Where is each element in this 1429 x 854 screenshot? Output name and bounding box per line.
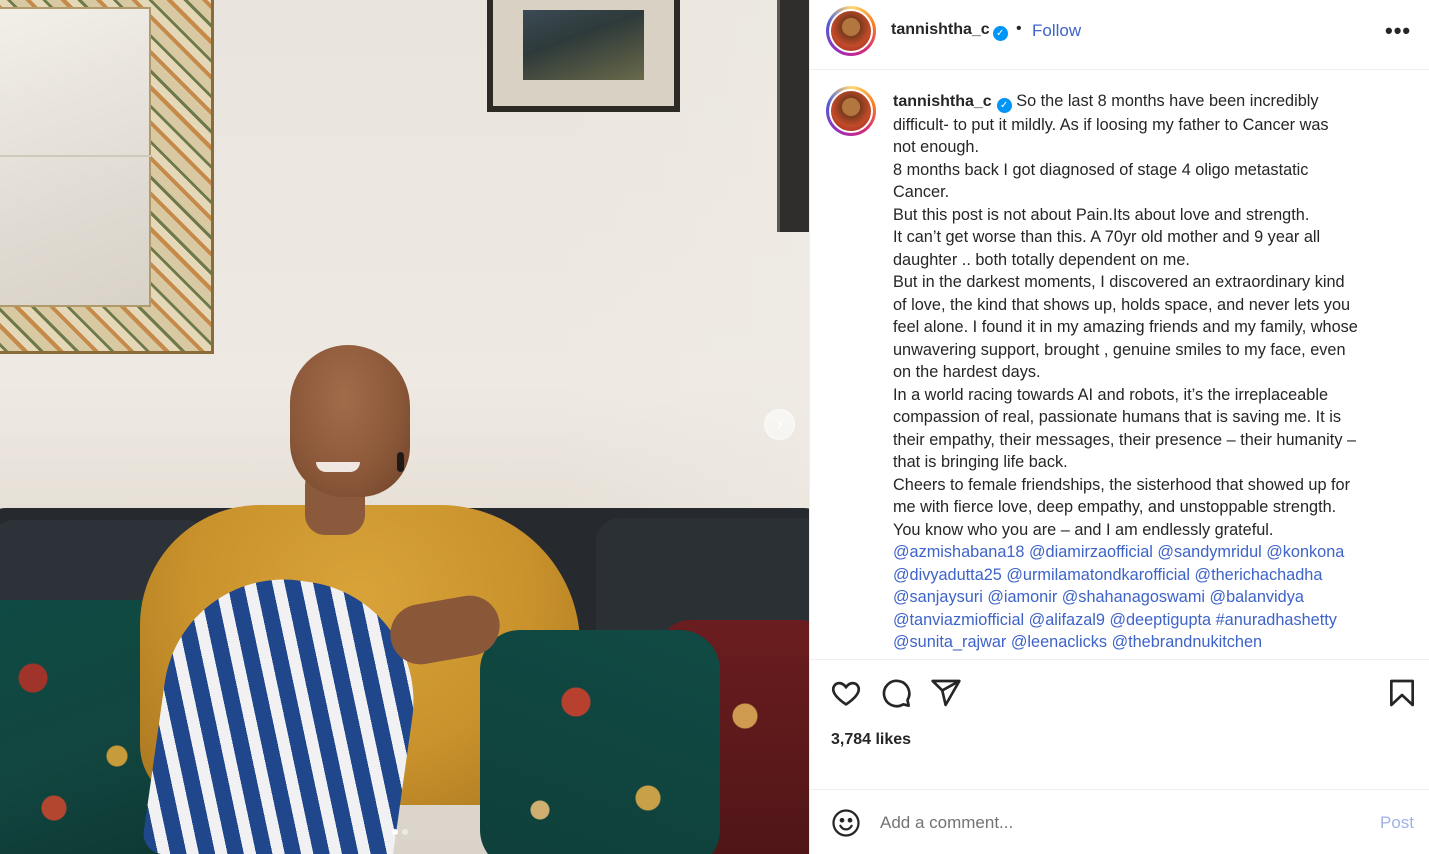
carousel-dot-active: [392, 829, 398, 835]
share-icon[interactable]: [930, 677, 962, 709]
verified-icon: ✓: [996, 98, 1012, 113]
avatar[interactable]: [826, 6, 876, 56]
mirror-frame: [0, 0, 214, 354]
person-smile: [316, 462, 360, 472]
post-side-panel: tannishtha_c ✓ • Follow ••• tannishtha_c ✓…: [809, 0, 1429, 854]
wall-frame-edge: [777, 0, 809, 232]
caption-line: But this post is not about Pain.Its abou…: [893, 205, 1310, 224]
wall-painting: [487, 0, 680, 112]
mirror-glass: [0, 7, 151, 307]
heart-icon[interactable]: [830, 677, 862, 709]
person-head: [290, 345, 410, 497]
embroidered-pillow: [480, 630, 720, 854]
caption-line: 8 months back I got diagnosed of stage 4…: [893, 160, 1309, 179]
mention-links[interactable]: @divyadutta25 @urmilamatondkarofficial @…: [893, 564, 1403, 587]
likes-count[interactable]: 3,784 likes: [831, 731, 911, 749]
caption-line: Cancer.: [893, 183, 950, 201]
caption-line: me with fierce love, deep empathy, and u…: [893, 498, 1337, 516]
caption-line: In a world racing towards AI and robots,…: [893, 385, 1329, 404]
caption-section: tannishtha_c ✓ So the last 8 months have …: [810, 70, 1429, 660]
caption-line: Cheers to female friendships, the sister…: [893, 475, 1351, 494]
comment-bar: Post: [810, 791, 1429, 854]
post-photo[interactable]: ›: [0, 0, 809, 854]
caption-line: feel alone. I found it in my amazing fri…: [893, 318, 1358, 336]
caption-text: tannishtha_c ✓ So the last 8 months have …: [893, 90, 1403, 654]
caption-line: that is bringing life back.: [893, 453, 1068, 471]
caption-line: unwavering support, brought , genuine sm…: [893, 340, 1346, 359]
post-comment-button[interactable]: Post: [1380, 813, 1414, 833]
mention-links[interactable]: @azmishabana18 @diamirzaofficial @sandym…: [893, 541, 1403, 564]
emoji-icon[interactable]: [831, 808, 861, 838]
carousel-dots: [392, 829, 408, 837]
carousel-next-button[interactable]: ›: [764, 409, 795, 440]
comment-input[interactable]: [880, 809, 1360, 837]
caption-line: But in the darkest moments, I discovered…: [893, 273, 1345, 291]
earring: [397, 452, 404, 472]
caption-avatar[interactable]: [826, 86, 876, 136]
caption-line: difficult- to put it mildly. As if loosi…: [893, 115, 1329, 134]
caption-username[interactable]: tannishtha_c: [893, 93, 992, 110]
caption-line: It can’t get worse than this. A 70yr old…: [893, 228, 1321, 246]
more-options-icon[interactable]: •••: [1385, 18, 1411, 44]
mirror-divider: [0, 155, 151, 157]
follow-button[interactable]: Follow: [1032, 21, 1081, 41]
action-bar: 3,784 likes: [810, 660, 1429, 790]
caption-line: on the hardest days.: [893, 363, 1041, 381]
post-header: tannishtha_c ✓ • Follow •••: [810, 0, 1429, 70]
caption-line: not enough.: [893, 138, 980, 156]
bookmark-icon[interactable]: [1386, 677, 1418, 709]
username[interactable]: tannishtha_c: [891, 21, 990, 38]
caption-line: You know who you are – and I am endlessl…: [893, 520, 1274, 539]
caption-line: of love, the kind that shows up, holds s…: [893, 295, 1351, 314]
carousel-dot: [402, 829, 408, 835]
separator-dot: •: [1016, 20, 1022, 37]
caption-line: daughter .. both totally dependent on me…: [893, 250, 1190, 269]
mention-links[interactable]: @sanjaysuri @iamonir @shahanagoswami @ba…: [893, 586, 1403, 609]
mention-links[interactable]: @sunita_rajwar @leenaclicks @thebrandnuk…: [893, 631, 1403, 654]
caption-line: compassion of real, passionate humans th…: [893, 408, 1341, 426]
mention-links[interactable]: @tanviazmiofficial @alifazal9 @deeptigup…: [893, 609, 1403, 632]
caption-line: their empathy, their messages, their pre…: [893, 430, 1357, 449]
header-username-link[interactable]: tannishtha_c ✓: [891, 21, 1008, 41]
comment-icon[interactable]: [880, 677, 912, 709]
caption-line: So the last 8 months have been incredibl…: [1016, 92, 1319, 110]
verified-icon: ✓: [992, 26, 1008, 41]
